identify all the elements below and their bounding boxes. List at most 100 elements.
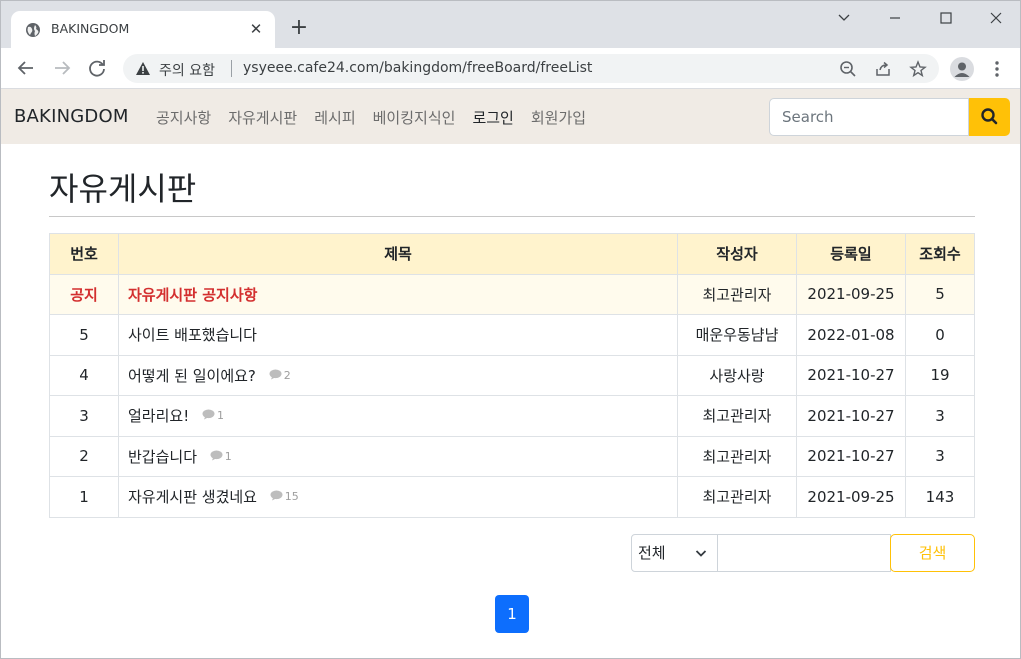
more-menu-icon[interactable] [989,59,1005,79]
board-table: 번호 제목 작성자 등록일 조회수 공지 자유게시판 공지사항 최고관리자 20… [49,233,975,518]
comment-count: 15 [270,490,299,503]
header-date: 등록일 [796,233,906,275]
row-title-cell: 얼라리요! 1 [118,395,678,437]
comment-count-value: 2 [283,368,291,382]
post-title-link[interactable]: 얼라리요! [128,407,189,425]
divider [231,60,232,77]
forward-arrow-icon[interactable] [51,57,73,79]
nav-link-notice[interactable]: 공지사항 [156,107,211,128]
comment-bubble-icon [270,490,283,501]
table-row[interactable]: 4 어떻게 된 일이에요? 2 사랑사랑 2021-10-27 19 [49,354,975,396]
maximize-button[interactable] [921,5,971,31]
share-icon[interactable] [874,60,892,78]
row-views: 143 [905,476,975,518]
nav-links: 공지사항 자유게시판 레시피 베이킹지식인 로그인 회원가입 [156,107,603,128]
url-text[interactable]: ysyeee.cafe24.com/bakingdom/freeBoard/fr… [243,60,592,76]
page-title: 자유게시판 [49,170,197,208]
globe-icon [26,23,40,37]
row-date: 2021-10-27 [796,354,906,396]
table-row[interactable]: 1 자유게시판 생겼네요 15 최고관리자 2021-09-25 143 [49,476,975,518]
header-views: 조회수 [905,233,975,275]
post-title-link[interactable]: 반갑습니다 [128,448,197,466]
row-writer: 최고관리자 [677,435,797,477]
comment-count: 1 [202,409,224,422]
back-arrow-icon[interactable] [15,57,37,79]
row-writer: 최고관리자 [677,476,797,518]
minimize-button[interactable] [870,5,920,31]
row-views: 3 [905,395,975,437]
browser-toolbar: 주의 요함 ysyeee.cafe24.com/bakingdom/freeBo… [1,48,1020,89]
comment-count: 2 [269,369,291,382]
browser-window: BAKINGDOM ✕ + 주의 요함 ysyeee.cafe24.com/ba… [0,0,1021,659]
minimize-window-button[interactable] [819,5,869,31]
nav-link-baking-qna[interactable]: 베이킹지식인 [373,107,456,128]
bookmark-star-icon[interactable] [909,60,927,78]
profile-avatar-icon[interactable] [950,57,974,81]
zoom-icon[interactable] [839,60,857,78]
header-writer: 작성자 [677,233,797,275]
title-divider [49,216,975,217]
minimize-icon [890,17,900,19]
warning-icon[interactable] [135,61,151,76]
comment-count-value: 1 [217,409,224,423]
row-views: 5 [905,273,975,315]
nav-link-login[interactable]: 로그인 [472,107,513,128]
table-header-row: 번호 제목 작성자 등록일 조회수 [49,233,975,275]
nav-link-free-board[interactable]: 자유게시판 [228,107,297,128]
row-writer: 최고관리자 [677,395,797,437]
row-date: 2021-10-27 [796,435,906,477]
post-title-link[interactable]: 사이트 배포했습니다 [128,326,257,344]
nav-link-signup[interactable]: 회원가입 [531,107,586,128]
search-type-select[interactable]: 전체 [631,534,718,572]
row-date: 2022-01-08 [796,314,906,356]
close-tab-icon[interactable]: ✕ [247,20,265,38]
search-button[interactable] [969,98,1010,136]
notice-row[interactable]: 공지 자유게시판 공지사항 최고관리자 2021-09-25 5 [49,273,975,315]
chevron-down-icon [695,550,707,557]
comment-bubble-icon [269,369,282,380]
keyword-input[interactable] [718,534,891,572]
new-tab-icon[interactable]: + [289,17,309,39]
table-row[interactable]: 5 사이트 배포했습니다 매운우동냠냠 2022-01-08 0 [49,314,975,356]
security-warning-text[interactable]: 주의 요함 [159,60,215,80]
tab-strip: BAKINGDOM ✕ + [1,1,1020,48]
comment-bubble-icon [210,450,223,461]
comment-count: 1 [210,450,232,463]
notice-title-link[interactable]: 자유게시판 공지사항 [118,273,678,315]
post-title-link[interactable]: 어떻게 된 일이에요? [128,367,256,385]
tab-title: BAKINGDOM [51,21,130,36]
row-date: 2021-10-27 [796,395,906,437]
header-number: 번호 [49,233,119,275]
nav-link-recipe[interactable]: 레시피 [314,107,355,128]
search-icon [981,108,998,125]
comment-count-value: 15 [284,490,299,504]
brand-logo[interactable]: BAKINGDOM [14,106,129,127]
site-navbar: BAKINGDOM 공지사항 자유게시판 레시피 베이킹지식인 로그인 회원가입 [1,89,1020,144]
row-title-cell: 자유게시판 생겼네요 15 [118,476,678,518]
row-number: 4 [49,354,119,396]
row-title-cell: 어떻게 된 일이에요? 2 [118,354,678,396]
comment-count-value: 1 [224,449,232,463]
row-views: 0 [905,314,975,356]
close-icon [990,12,1002,24]
pagination-page-1[interactable]: 1 [495,595,529,633]
close-window-button[interactable] [971,5,1020,31]
row-number: 2 [49,435,119,477]
search-input[interactable] [769,98,969,136]
row-writer: 사랑사랑 [677,354,797,396]
table-row[interactable]: 3 얼라리요! 1 최고관리자 2021-10-27 3 [49,395,975,437]
row-number: 5 [49,314,119,356]
row-number: 1 [49,476,119,518]
row-writer: 최고관리자 [677,273,797,315]
row-views: 19 [905,354,975,396]
maximize-icon [940,12,952,24]
table-row[interactable]: 2 반갑습니다 1 최고관리자 2021-10-27 3 [49,435,975,477]
address-bar[interactable]: 주의 요함 ysyeee.cafe24.com/bakingdom/freeBo… [123,54,939,83]
search-submit-button[interactable]: 검색 [890,534,975,572]
row-date: 2021-09-25 [796,476,906,518]
reload-icon[interactable] [86,57,108,79]
row-views: 3 [905,435,975,477]
browser-tab[interactable]: BAKINGDOM ✕ [11,11,275,48]
post-title-link[interactable]: 자유게시판 생겼네요 [128,488,257,506]
row-writer: 매운우동냠냠 [677,314,797,356]
